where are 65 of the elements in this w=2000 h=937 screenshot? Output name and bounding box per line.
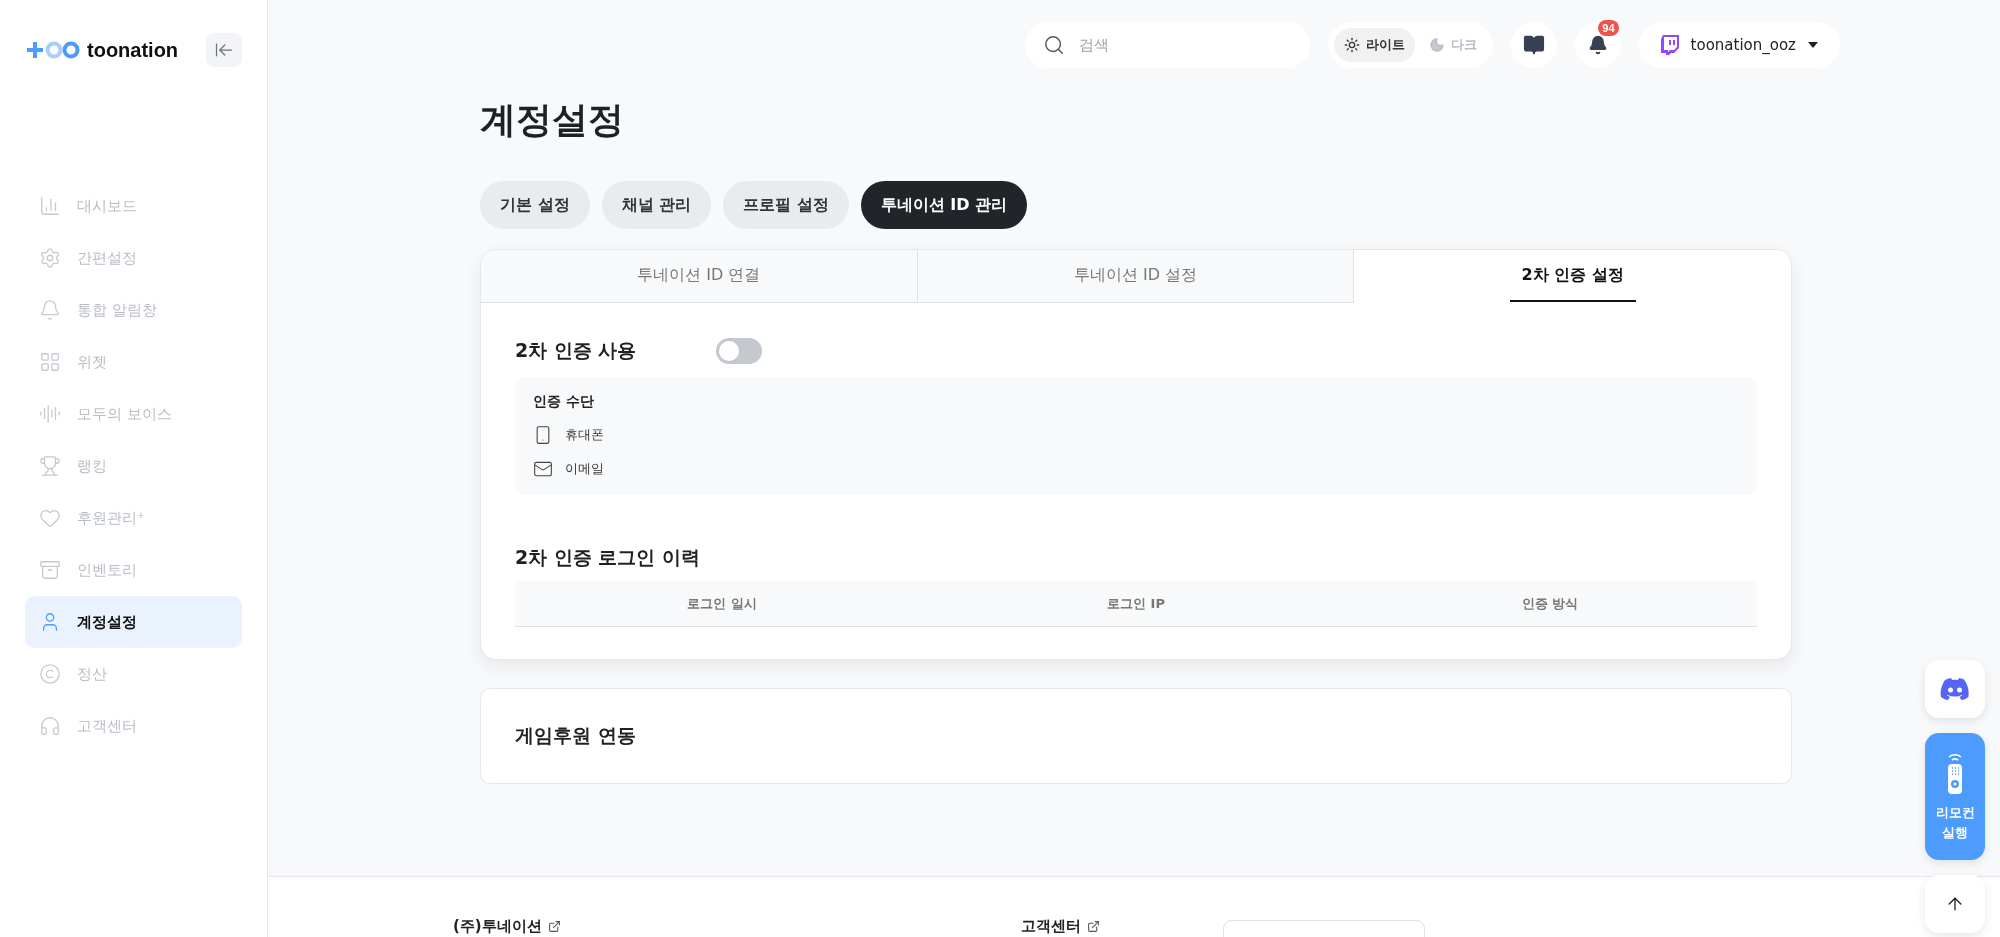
section-title: 2차 인증 로그인 이력 <box>515 545 702 570</box>
tab[interactable]: 기본 설정 <box>480 181 590 229</box>
sidebar-item[interactable]: 대시보드 <box>25 180 242 232</box>
column-header: 로그인 일시 <box>686 594 758 613</box>
collapse-sidebar-button[interactable] <box>206 33 242 67</box>
methods-title: 인증 수단 <box>533 393 595 411</box>
search-icon <box>1042 34 1065 56</box>
guide-button[interactable] <box>1510 22 1557 68</box>
heart-icon <box>39 507 61 529</box>
theme-option[interactable]: 다크 <box>1418 28 1487 62</box>
discord-button[interactable] <box>1925 660 1985 718</box>
mail-icon <box>533 459 553 479</box>
sidebar-item[interactable]: 후원관리⁺ <box>25 492 242 544</box>
grid-icon <box>39 351 61 373</box>
sidebar-item[interactable]: 랭킹 <box>25 440 242 492</box>
sidebar-item[interactable]: 통합 알림창 <box>25 284 242 336</box>
notifications-button[interactable]: 94 <box>1574 22 1621 68</box>
sub-tab[interactable]: 투네이션 ID 연결 <box>481 250 918 303</box>
tab[interactable]: 투네이션 ID 관리 <box>860 181 1028 229</box>
caret-icon <box>1808 42 1818 48</box>
sub-tab[interactable]: 투네이션 ID 설정 <box>917 250 1355 303</box>
section-title: 게임후원 연동 <box>515 723 637 748</box>
section-title: 2차 인증 사용 <box>515 338 637 363</box>
theme-option[interactable]: 라이트 <box>1333 28 1415 62</box>
trophy-icon <box>39 455 61 477</box>
sidebar-item[interactable]: 정산 <box>25 648 242 700</box>
tab[interactable]: 채널 관리 <box>601 181 712 229</box>
sidebar-item[interactable]: 계정설정 <box>25 596 242 648</box>
external-link-icon <box>1086 919 1100 933</box>
column-header: 로그인 IP <box>1106 594 1166 613</box>
tab[interactable]: 프로필 설정 <box>723 181 849 229</box>
search-field[interactable]: 검색 <box>1024 22 1310 68</box>
sidebar-item[interactable]: 간편설정 <box>25 232 242 284</box>
gear-icon <box>39 247 61 269</box>
notification-badge: 94 <box>1598 20 1619 36</box>
column-header: 인증 방식 <box>1520 594 1580 613</box>
bell-icon <box>39 299 61 321</box>
user-menu-button[interactable]: toonation_ooz <box>1638 22 1840 68</box>
book-icon <box>1522 34 1545 56</box>
sidebar-item[interactable]: 모두의 보이스 <box>25 388 242 440</box>
logo-icon <box>25 39 81 61</box>
headphones-icon <box>39 715 61 737</box>
toggle-switch[interactable] <box>716 338 763 364</box>
footer-link[interactable]: (주)투네이션 <box>453 917 561 935</box>
sidebar-item[interactable]: 고객센터 <box>25 700 242 752</box>
remote-button[interactable]: 리모컨 실행 <box>1925 733 1985 860</box>
sun-icon <box>1343 37 1360 53</box>
logo-text: toonation <box>87 38 179 62</box>
copyright-icon <box>39 663 61 685</box>
sidebar-item[interactable]: 인벤토리 <box>25 544 242 596</box>
sub-tab[interactable]: 2차 인증 설정 <box>1354 250 1791 303</box>
sidebar-item[interactable]: 위젯 <box>25 336 242 388</box>
twitch-icon <box>1660 35 1679 55</box>
method-label: 휴대폰 <box>565 426 604 444</box>
footer-link[interactable]: 고객센터 <box>1020 917 1100 935</box>
chart-icon <box>39 195 61 217</box>
method-label: 이메일 <box>565 460 604 478</box>
audio-wave-icon <box>39 403 61 425</box>
discord-icon <box>1940 678 1970 700</box>
page-title: 계정설정 <box>480 98 625 142</box>
moon-icon <box>1428 37 1445 53</box>
bell-icon <box>1587 35 1608 55</box>
remote-label: 리모컨 실행 <box>1934 804 1976 842</box>
archive-icon <box>39 559 61 581</box>
external-link-icon <box>547 919 561 933</box>
